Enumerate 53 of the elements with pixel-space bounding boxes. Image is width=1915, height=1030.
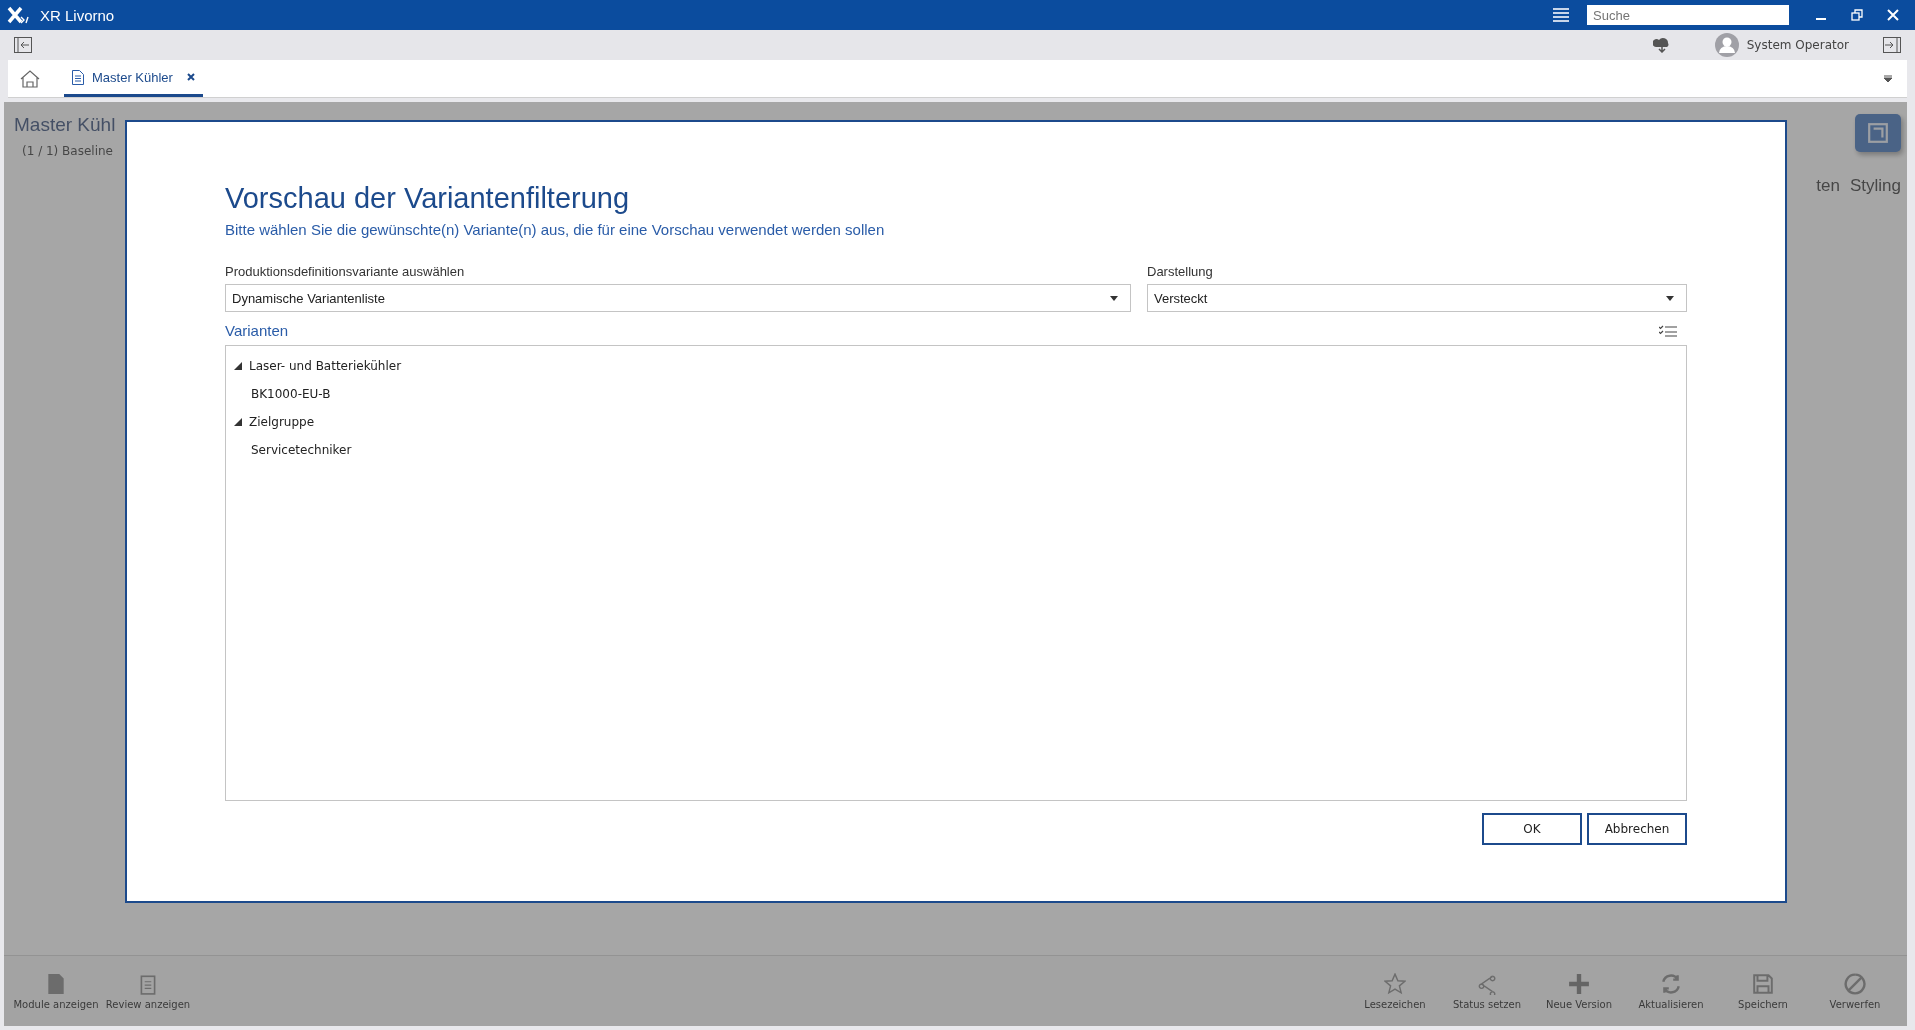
action-button[interactable]: Aktualisieren <box>1625 972 1717 1010</box>
page-subtitle: (1 / 1) Baseline <box>22 144 114 158</box>
action-button[interactable]: Lesezeichen <box>1349 972 1441 1010</box>
page-title: Master Kühl <box>14 114 116 136</box>
action-button[interactable]: Speichern <box>1717 972 1809 1010</box>
field-label: Darstellung <box>1147 264 1214 279</box>
app-logo-icon <box>6 5 30 25</box>
action-button[interactable]: Status setzen <box>1441 972 1533 1010</box>
window-layout-icon <box>1867 122 1889 144</box>
expand-panel-icon[interactable] <box>1883 37 1901 53</box>
dialog-title: Vorschau der Variantenfilterung <box>225 182 631 215</box>
restore-icon[interactable] <box>1851 9 1863 21</box>
dropdown-caret-icon <box>1666 295 1674 301</box>
cloud-download-icon[interactable] <box>1652 37 1671 53</box>
view-tab[interactable]: Styling <box>1849 176 1901 196</box>
user-name[interactable]: System Operator <box>1746 38 1849 52</box>
refresh-icon <box>1660 972 1682 995</box>
close-tab-icon[interactable] <box>186 73 195 81</box>
close-icon[interactable] <box>1887 9 1899 21</box>
tree-item[interactable]: Laser- und Batteriekühler <box>249 359 402 373</box>
document-icon <box>72 69 84 85</box>
dropdown-caret-icon[interactable] <box>1883 74 1893 83</box>
dropdown-caret-icon <box>1110 295 1118 301</box>
cancel-icon <box>1844 972 1866 995</box>
search-field[interactable]: Suche <box>1587 5 1789 25</box>
document-tab[interactable]: Master Kühler <box>64 60 203 97</box>
action-button[interactable]: Module anzeigen <box>10 972 102 1010</box>
expand-caret-icon[interactable] <box>234 418 242 426</box>
expand-caret-icon[interactable] <box>234 362 242 370</box>
view-tab[interactable]: ten <box>1816 176 1840 196</box>
dropdown-field[interactable]: Versteckt <box>1147 284 1687 312</box>
tree-item[interactable]: Zielgruppe <box>249 415 315 429</box>
collapse-panel-icon[interactable] <box>14 37 32 53</box>
dialog-subtitle: Bitte wählen Sie die gewünschte(n) Variante(n) aus, die für eine Vorschau verwendet werden sollen <box>225 221 886 238</box>
action-button[interactable]: Review anzeigen <box>102 972 194 1010</box>
cancel-button[interactable]: Abbrechen <box>1587 813 1687 845</box>
action-button[interactable]: Verwerfen <box>1809 972 1901 1010</box>
dropdown-field[interactable]: Dynamische Variantenliste <box>225 284 1131 312</box>
section-title: Varianten <box>225 322 289 339</box>
save-icon <box>1752 972 1774 995</box>
home-icon[interactable] <box>20 69 40 88</box>
star-icon <box>1384 972 1406 995</box>
ok-button[interactable]: OK <box>1482 813 1582 845</box>
checklist-icon[interactable] <box>1659 324 1677 337</box>
action-button[interactable]: Neue Version <box>1533 972 1625 1010</box>
document-icon <box>45 972 67 995</box>
tree-item[interactable]: BK1000-EU-B <box>251 387 331 401</box>
tree-item[interactable]: Servicetechniker <box>251 443 352 457</box>
window-title: XR Livorno <box>40 6 115 24</box>
field-label: Produktionsdefinitionsvariante auswählen <box>225 264 466 279</box>
list-view-icon[interactable] <box>1553 8 1569 22</box>
user-avatar-icon <box>1714 33 1739 57</box>
plus-icon <box>1568 972 1590 995</box>
